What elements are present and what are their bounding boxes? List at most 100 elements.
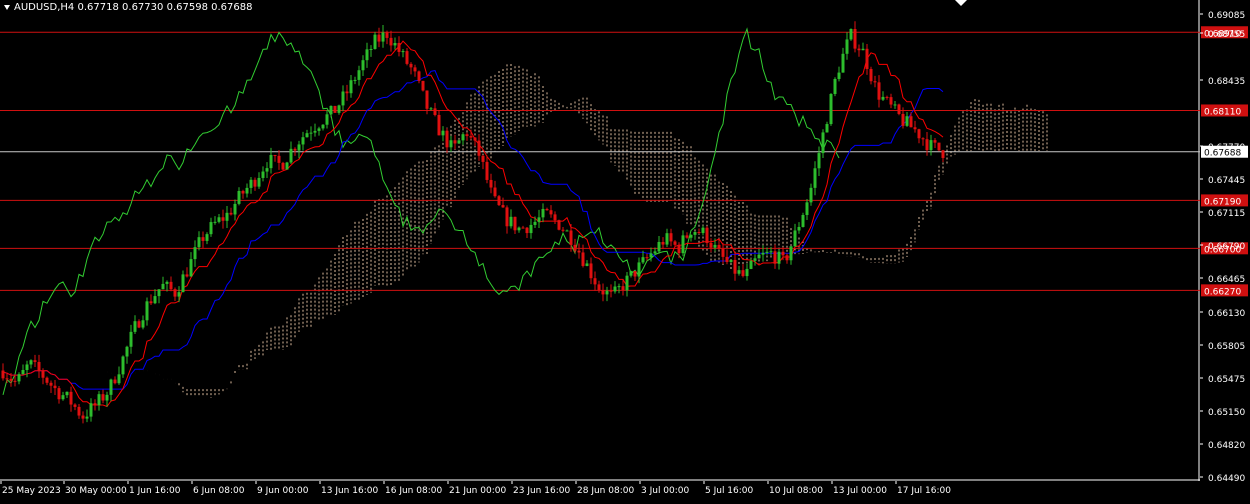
candle-body: [801, 214, 805, 227]
candle-body: [593, 278, 597, 285]
chart-shift-triangle-icon[interactable]: [955, 0, 967, 6]
candle-body: [629, 271, 633, 276]
candle-body: [237, 190, 241, 204]
symbol-header: AUDUSD,H4 0.67718 0.67730 0.67598 0.6768…: [4, 2, 252, 13]
candle-body: [213, 221, 217, 223]
price-tick-label: 0.65805: [1208, 342, 1245, 352]
candle-body: [421, 80, 425, 91]
candle-body: [221, 217, 225, 221]
price-scale[interactable]: 0.68910 0.68110 0.67190 0.66700 0.66270 0.690…: [1200, 0, 1250, 484]
candle-body: [249, 179, 253, 188]
candle-body: [73, 404, 77, 407]
candle-body: [621, 286, 625, 291]
time-scale[interactable]: 25 May 2023 30 May 00:00 1 Jun 16:00 6 Jun …: [0, 481, 1250, 500]
candle-body: [733, 259, 737, 274]
price-tick-label: 0.66465: [1208, 275, 1245, 285]
level-label: 0.66270: [1204, 287, 1241, 297]
candle-body: [897, 104, 901, 114]
candle-body: [901, 113, 905, 126]
candle-body: [921, 138, 925, 140]
candle-body: [933, 140, 937, 143]
candle-body: [385, 32, 389, 38]
candle-body: [821, 132, 825, 154]
candle-body: [389, 37, 393, 46]
candle-body: [417, 71, 421, 81]
candle-body: [181, 274, 185, 293]
level-label: 0.67190: [1204, 197, 1241, 207]
candle-body: [313, 130, 317, 133]
candle-body: [89, 403, 93, 417]
candle-body: [141, 320, 145, 328]
candle-body: [885, 96, 889, 98]
candle-body: [877, 82, 881, 100]
candle-body: [797, 226, 801, 231]
candle-body: [429, 108, 433, 110]
candle-body: [165, 281, 169, 284]
candle-body: [553, 214, 557, 221]
candle-body: [129, 331, 133, 347]
candle-body: [769, 251, 773, 253]
candle-body: [53, 385, 57, 389]
candle-body: [489, 179, 493, 188]
candle-body: [925, 139, 929, 151]
candle-body: [193, 247, 197, 260]
candle-body: [465, 134, 469, 137]
candle-body: [289, 148, 293, 163]
candle-body: [29, 360, 33, 365]
candle-body: [669, 233, 673, 242]
price-tick-label: 0.67115: [1208, 209, 1245, 219]
time-tick-label: 28 Jun 08:00: [577, 486, 634, 496]
candle-body: [785, 255, 789, 261]
candle-body: [337, 105, 341, 113]
candle-body: [633, 271, 637, 277]
candle-body: [13, 380, 17, 382]
candle-body: [533, 221, 537, 225]
price-chart[interactable]: [0, 0, 1200, 481]
time-tick-label: 1 Jun 16:00: [129, 486, 181, 496]
candle-body: [45, 377, 49, 383]
candle-body: [661, 241, 665, 245]
candle-body: [757, 254, 761, 259]
candle-body: [113, 379, 117, 384]
candle-body: [265, 168, 269, 172]
candle-body: [537, 217, 541, 222]
candle-body: [333, 105, 337, 113]
time-tick-label: 5 Jul 16:00: [705, 486, 754, 496]
candle-body: [573, 244, 577, 251]
candle-body: [689, 234, 693, 238]
candle-body: [117, 374, 121, 384]
candle-body: [561, 229, 565, 231]
price-tick-label: 0.67445: [1208, 176, 1245, 186]
candle-body: [605, 290, 609, 295]
candle-body: [673, 241, 677, 245]
candle-body: [477, 140, 481, 156]
ohlc-low: 0.67598: [166, 2, 208, 13]
candle-body: [125, 346, 129, 357]
symbol-label: AUDUSD,H4: [14, 2, 75, 13]
candle-body: [149, 301, 153, 304]
candle-body: [809, 187, 813, 203]
chart-canvas[interactable]: [0, 0, 1200, 481]
candle-body: [105, 394, 109, 401]
candle-body: [549, 210, 553, 215]
candle-body: [893, 104, 897, 106]
candle-body: [829, 93, 833, 125]
candle-body: [305, 133, 309, 138]
candle-body: [177, 292, 181, 297]
candle-body: [349, 80, 353, 94]
price-tick-label: 0.69085: [1208, 11, 1245, 21]
time-tick-label: 6 Jun 08:00: [193, 486, 245, 496]
candle-body: [253, 179, 257, 187]
candle-body: [225, 212, 229, 221]
candle-body: [241, 190, 245, 194]
candle-body: [741, 270, 745, 277]
candle-body: [617, 286, 621, 288]
candle-body: [9, 378, 13, 381]
candle-body: [201, 237, 205, 241]
candle-body: [721, 248, 725, 257]
candle-body: [905, 116, 909, 126]
time-tick-label: 21 Jun 00:00: [449, 486, 506, 496]
candle-body: [61, 395, 65, 400]
dropdown-triangle-icon[interactable]: [4, 4, 10, 10]
candle-body: [861, 48, 865, 51]
